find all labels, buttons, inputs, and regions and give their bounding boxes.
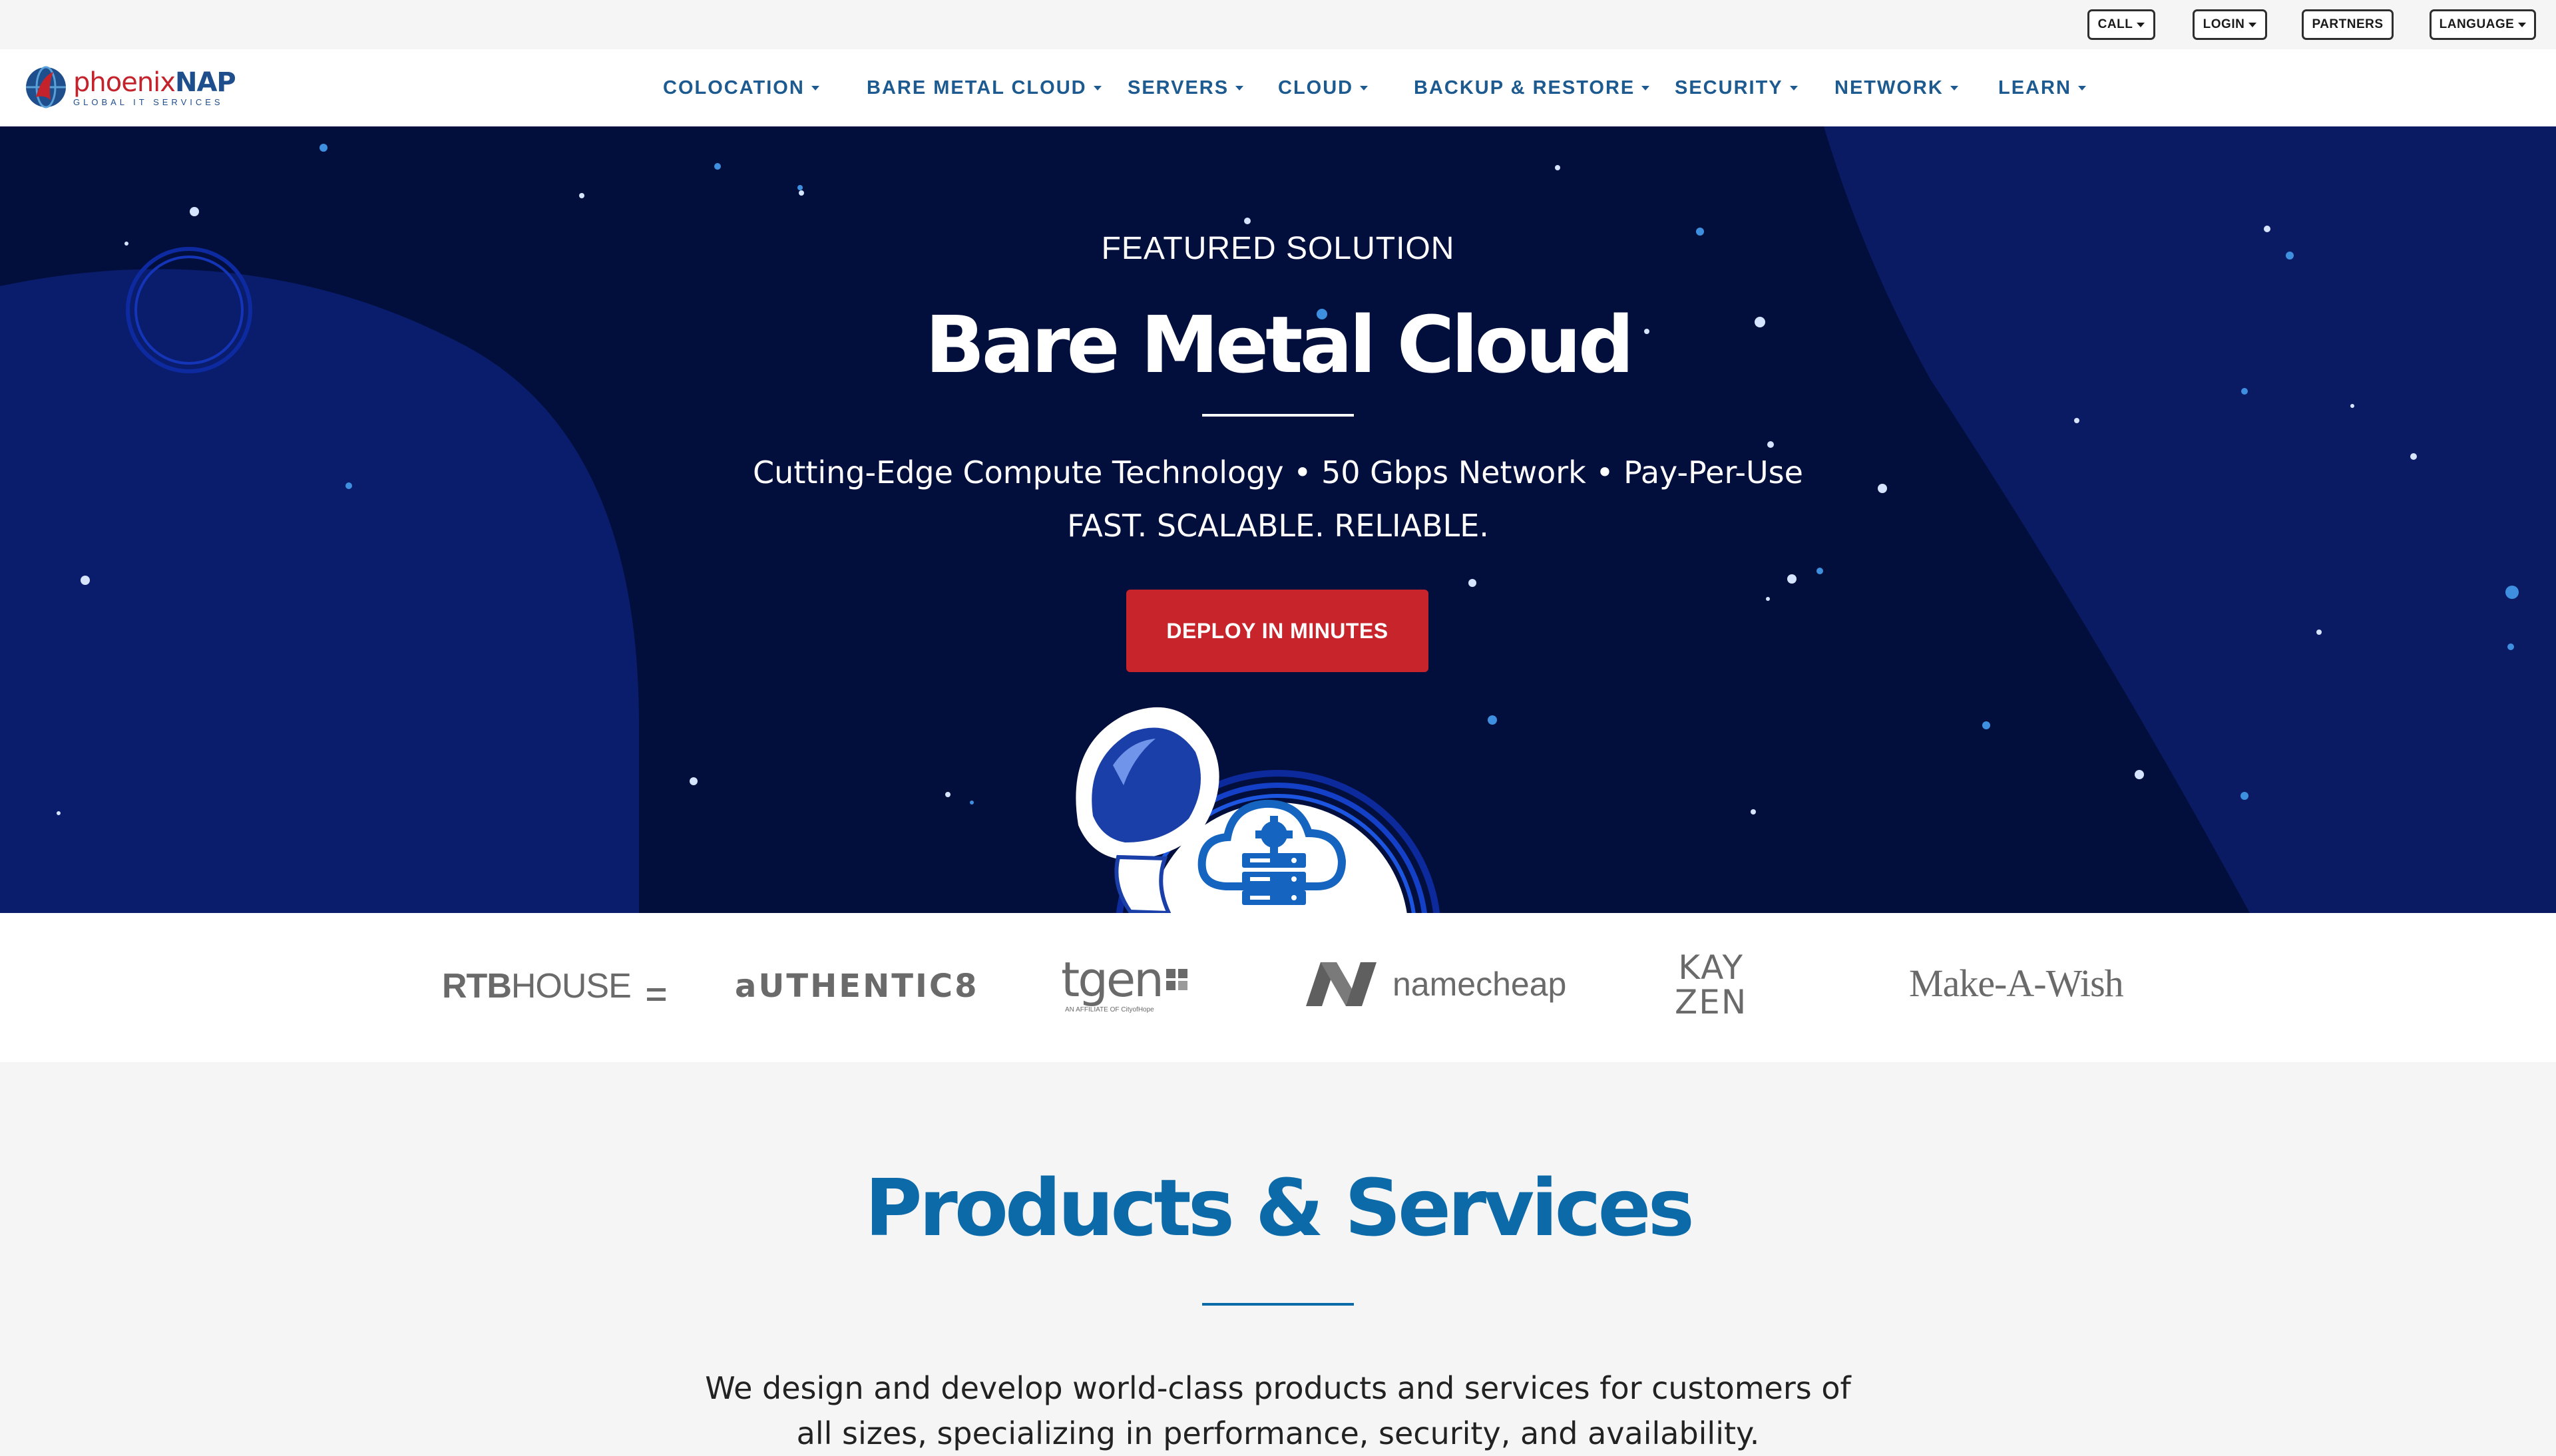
client-logo-tgen: tgen AN AFFILIATE OF CityofHope: [1061, 953, 1187, 1013]
utility-bar: CALL LOGIN PARTNERS LANGUAGE: [0, 0, 2556, 49]
deploy-in-minutes-button[interactable]: DEPLOY IN MINUTES: [1126, 590, 1428, 672]
language-dropdown-button[interactable]: LANGUAGE: [2430, 9, 2536, 40]
client-logos-strip: RTBHOUSE aUTHENTIC8 tgen AN AFFILIATE OF…: [0, 913, 2556, 1062]
main-navigation: phoenixNAP GLOBAL IT SERVICES COLOCATION…: [0, 49, 2556, 128]
caret-down-icon: [811, 85, 819, 91]
phoenixnap-logo[interactable]: phoenixNAP GLOBAL IT SERVICES: [24, 63, 250, 113]
hero-subtitle-line1: Cutting-Edge Compute Technology • 50 Gbp…: [753, 455, 1803, 490]
hero-title: Bare Metal Cloud: [925, 299, 1634, 391]
caret-down-icon: [1235, 85, 1244, 91]
namecheap-n-icon: [1306, 962, 1377, 1006]
products-divider: [1202, 1303, 1354, 1306]
phoenix-globe-icon: [26, 66, 66, 108]
nav-cloud[interactable]: CLOUD: [1278, 75, 1369, 101]
call-dropdown-button[interactable]: CALL: [2087, 9, 2155, 40]
partners-label: PARTNERS: [2312, 17, 2384, 31]
client-logo-authentic8: aUTHENTIC8: [735, 968, 979, 1005]
hero-subtitle: Cutting-Edge Compute Technology • 50 Gbp…: [0, 446, 2556, 552]
nav-bare-metal-cloud[interactable]: BARE METAL CLOUD: [867, 75, 1102, 101]
caret-down-icon: [1360, 85, 1369, 91]
client-logo-make-a-wish: Make-A-Wish: [1909, 962, 2124, 1005]
nav-learn-label: LEARN: [1998, 77, 2071, 98]
hero-subtitle-line2: FAST. SCALABLE. RELIABLE.: [1067, 508, 1489, 544]
nav-network-label: NETWORK: [1834, 77, 1944, 98]
nav-servers-label: SERVERS: [1128, 77, 1229, 98]
logo-tagline: GLOBAL IT SERVICES: [73, 97, 224, 107]
logo-name: phoenixNAP: [73, 67, 236, 98]
nav-colocation[interactable]: COLOCATION: [663, 75, 819, 101]
nav-security-label: SECURITY: [1675, 77, 1783, 98]
caret-down-icon: [1641, 85, 1650, 91]
caret-down-icon: [1950, 85, 1958, 91]
hero-eyebrow: FEATURED SOLUTION: [1101, 231, 1455, 266]
client-logo-rtb-house: RTBHOUSE: [442, 966, 666, 1006]
login-dropdown-button[interactable]: LOGIN: [2193, 9, 2267, 40]
products-title: Products & Services: [865, 1162, 1695, 1254]
client-logo-kayzen: KAY ZEN: [1675, 948, 1748, 1021]
call-label: CALL: [2097, 17, 2133, 31]
caret-down-icon: [1789, 85, 1798, 91]
nav-bare-metal-cloud-label: BARE METAL CLOUD: [867, 77, 1087, 98]
astronaut-cloud-illustration: [1076, 707, 1440, 913]
nav-colocation-label: COLOCATION: [663, 77, 805, 98]
nav-network[interactable]: NETWORK: [1834, 75, 1958, 101]
language-label: LANGUAGE: [2439, 17, 2515, 31]
nav-backup-restore[interactable]: BACKUP & RESTORE: [1414, 75, 1650, 101]
nav-learn[interactable]: LEARN: [1998, 75, 2086, 101]
nav-security[interactable]: SECURITY: [1675, 75, 1798, 101]
products-description: We design and develop world-class produc…: [705, 1370, 1851, 1451]
logo-wordmark: phoenixNAP GLOBAL IT SERVICES: [73, 69, 236, 107]
partners-button[interactable]: PARTNERS: [2302, 9, 2394, 40]
nav-backup-restore-label: BACKUP & RESTORE: [1414, 77, 1635, 98]
caret-down-icon: [1093, 85, 1102, 91]
caret-down-icon: [2248, 22, 2257, 27]
caret-down-icon: [2518, 22, 2527, 27]
caret-down-icon: [2137, 22, 2145, 27]
products-services-section: Products & Services We design and develo…: [0, 1062, 2556, 1451]
login-label: LOGIN: [2203, 17, 2245, 31]
hero-divider: [1202, 414, 1354, 417]
hero-section: FEATURED SOLUTION Bare Metal Cloud Cutti…: [0, 126, 2556, 913]
nav-servers[interactable]: SERVERS: [1128, 75, 1244, 101]
caret-down-icon: [2077, 85, 2086, 91]
nav-cloud-label: CLOUD: [1278, 77, 1354, 98]
client-logo-namecheap: namecheap: [1302, 960, 1566, 1009]
